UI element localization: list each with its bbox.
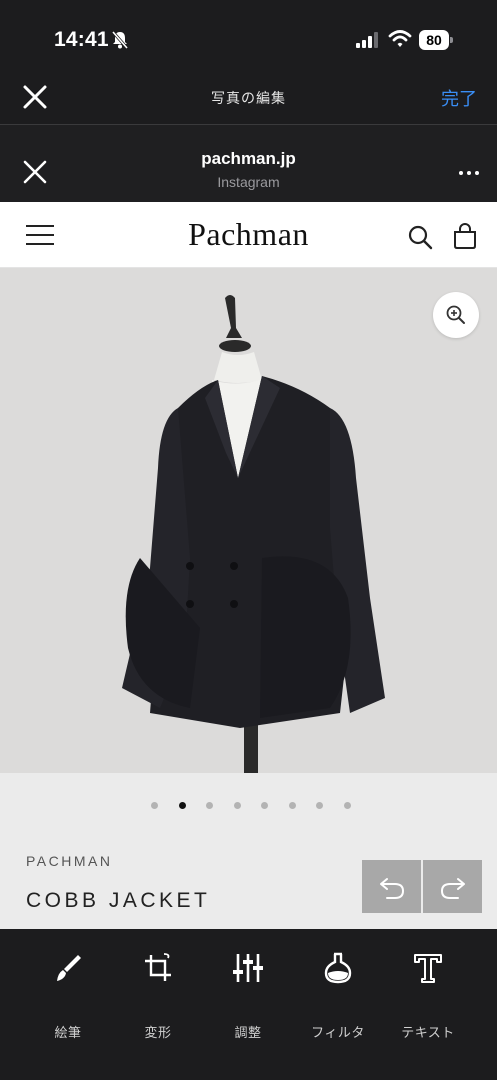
- carousel-dot[interactable]: [261, 802, 268, 809]
- tool-label: テキスト: [401, 1025, 455, 1040]
- browser-domain: pachman.jp: [201, 149, 296, 168]
- crop-rotate-icon: [145, 953, 171, 981]
- product-brand: PACHMAN: [26, 853, 113, 869]
- text-icon: [414, 954, 442, 983]
- photo-edit-header: 写真の編集 完了: [0, 70, 497, 124]
- filter-flask-icon: [324, 952, 352, 984]
- tool-label: フィルタ: [311, 1025, 365, 1040]
- carousel-dot[interactable]: [316, 802, 323, 809]
- tool-label: 絵筆: [54, 1025, 82, 1040]
- bell-muted-icon: [111, 31, 129, 49]
- shopping-bag-icon[interactable]: [452, 222, 478, 250]
- more-dot: [459, 171, 463, 175]
- edit-title: 写真の編集: [211, 90, 286, 106]
- carousel-dot[interactable]: [206, 802, 213, 809]
- undo-icon: [380, 878, 405, 899]
- browser-header: pachman.jp Instagram: [0, 125, 497, 202]
- carousel-dot[interactable]: [288, 802, 296, 809]
- tool-label: 調整: [234, 1025, 262, 1040]
- battery-level: 80: [419, 30, 449, 50]
- sliders-icon: [233, 954, 263, 982]
- redo-icon: [440, 878, 465, 899]
- product-info: PACHMAN COBB JACKET: [0, 839, 497, 929]
- browser-source: Instagram: [217, 174, 280, 190]
- undo-button[interactable]: [362, 860, 421, 913]
- product-image[interactable]: [0, 268, 497, 773]
- more-dot: [475, 171, 479, 175]
- product-name: COBB JACKET: [26, 889, 211, 912]
- done-button[interactable]: 完了: [441, 85, 477, 111]
- status-time: 14:41: [54, 28, 109, 51]
- tool-filter[interactable]: フィルタ: [298, 949, 378, 1040]
- battery-tip: [450, 37, 453, 43]
- redo-button[interactable]: [423, 860, 482, 913]
- more-options-icon[interactable]: [456, 168, 482, 178]
- search-icon[interactable]: [407, 224, 433, 250]
- jacket-on-mannequin-image: [122, 295, 385, 773]
- tool-transform[interactable]: 変形: [118, 949, 198, 1040]
- tool-brush[interactable]: 絵筆: [28, 949, 108, 1040]
- tool-label: 変形: [144, 1025, 172, 1040]
- brush-icon: [57, 955, 81, 981]
- carousel-dots: [151, 802, 361, 810]
- zoom-button[interactable]: [433, 292, 479, 338]
- carousel-dot[interactable]: [178, 802, 186, 809]
- tool-text[interactable]: テキスト: [388, 949, 468, 1040]
- cellular-signal-icon: [356, 32, 378, 48]
- more-dot: [467, 171, 471, 175]
- status-bar: 14:41 80: [0, 0, 497, 70]
- battery-indicator: 80: [419, 30, 453, 50]
- carousel-area: [0, 773, 497, 839]
- carousel-dot[interactable]: [151, 802, 158, 809]
- site-nav: Pachman: [0, 202, 497, 268]
- edit-toolbar: 絵筆 変形 調整 フィルタ テキスト: [0, 929, 497, 1080]
- wifi-icon: [388, 30, 412, 47]
- zoom-in-icon: [446, 305, 465, 324]
- carousel-dot[interactable]: [233, 802, 241, 809]
- carousel-dot[interactable]: [343, 802, 351, 809]
- tool-adjust[interactable]: 調整: [208, 949, 288, 1040]
